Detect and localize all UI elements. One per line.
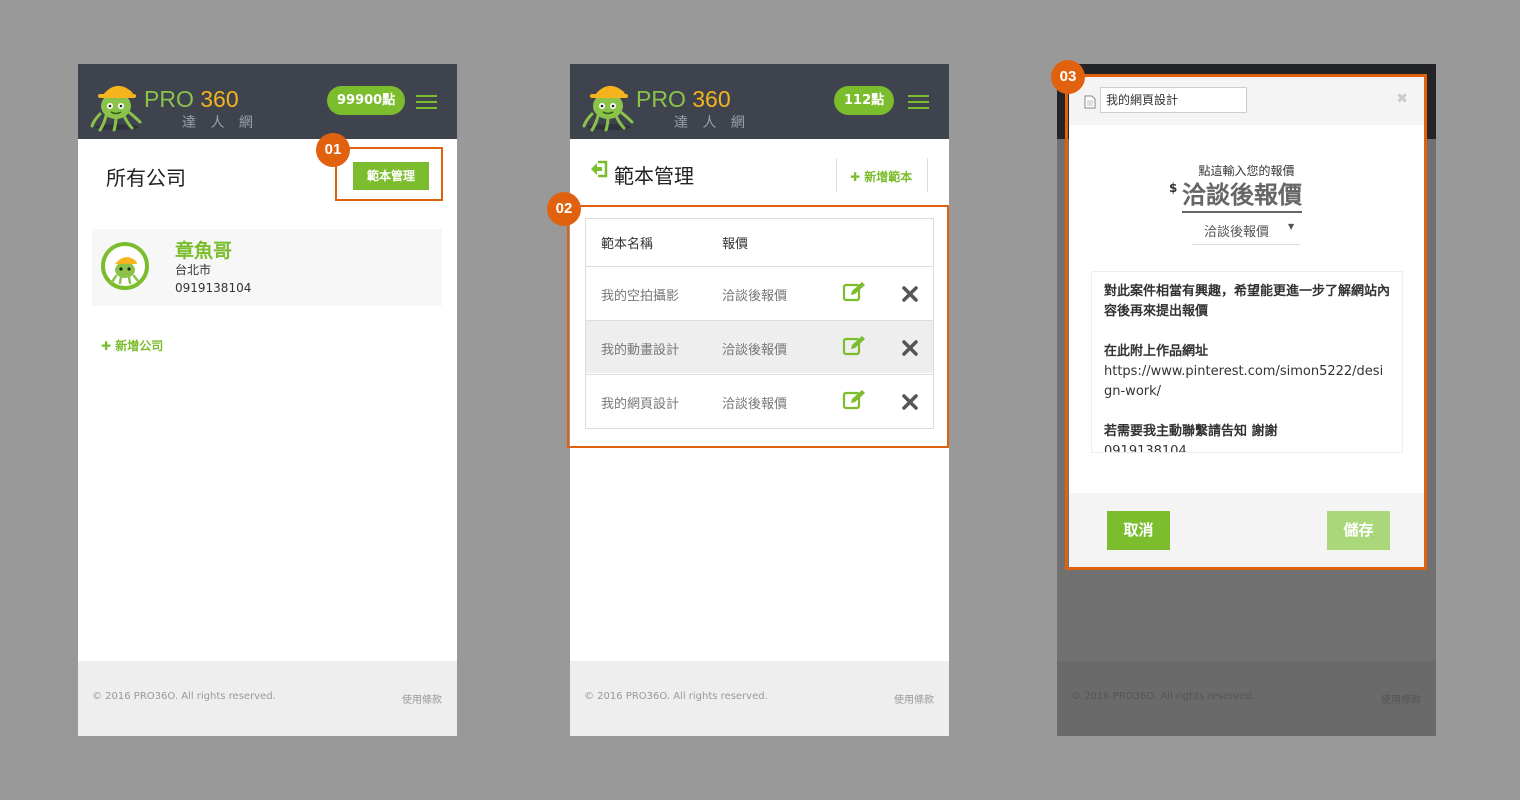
avatar: [101, 242, 149, 290]
octopus-avatar-icon: [110, 257, 140, 285]
plus-icon: ✚: [850, 170, 865, 184]
page-title: 範本管理: [614, 164, 694, 188]
add-company-link[interactable]: ✚ 新增公司: [101, 337, 163, 354]
step-badge-02: 02: [547, 192, 581, 226]
plus-icon: ✚: [101, 339, 116, 353]
app-header: PRO 360 達 人 網 99900點: [78, 64, 457, 139]
footer: © 2016 PRO36O. All rights reserved. 使用條款: [570, 661, 949, 736]
step-badge-01: 01: [316, 133, 350, 167]
points-badge[interactable]: 99900點: [327, 86, 406, 115]
highlight-box-02: [567, 205, 949, 448]
brand-logo-text: PRO 360: [636, 86, 731, 112]
brand-subtitle: 達 人 網: [182, 115, 258, 131]
highlight-box-03: [1065, 74, 1427, 570]
brand-logo-text: PRO 360: [144, 86, 239, 112]
footer: © 2016 PRO36O. All rights reserved. 使用條款: [78, 661, 457, 736]
back-arrow-icon[interactable]: [590, 160, 608, 178]
brand-subtitle: 達 人 網: [674, 115, 750, 131]
divider: [927, 158, 928, 192]
company-card[interactable]: 章魚哥 台北市 0919138104: [92, 229, 442, 306]
add-template-button[interactable]: ✚ 新增範本: [850, 168, 912, 185]
terms-link[interactable]: 使用條款: [402, 691, 442, 706]
hamburger-menu-icon[interactable]: [416, 95, 437, 109]
page-title: 所有公司: [106, 166, 186, 190]
footer: © 2016 PRO36O. All rights reserved. 使用條款: [1057, 661, 1436, 736]
octopus-mascot-icon: [90, 85, 142, 132]
company-phone: 0919138104: [175, 281, 252, 295]
company-name[interactable]: 章魚哥: [175, 236, 232, 263]
copyright: © 2016 PRO36O. All rights reserved.: [584, 691, 768, 702]
hamburger-menu-icon[interactable]: [908, 95, 929, 109]
app-header: PRO 360 達 人 網 112點: [570, 64, 949, 139]
points-badge[interactable]: 112點: [834, 86, 895, 115]
divider: [836, 158, 837, 192]
terms-link[interactable]: 使用條款: [894, 691, 934, 706]
copyright: © 2016 PRO36O. All rights reserved.: [1071, 691, 1255, 702]
company-city: 台北市: [175, 263, 212, 277]
octopus-mascot-icon: [582, 85, 634, 132]
highlight-box-01: [335, 147, 443, 201]
copyright: © 2016 PRO36O. All rights reserved.: [92, 691, 276, 702]
step-badge-03: 03: [1051, 60, 1085, 94]
terms-link[interactable]: 使用條款: [1381, 691, 1421, 706]
